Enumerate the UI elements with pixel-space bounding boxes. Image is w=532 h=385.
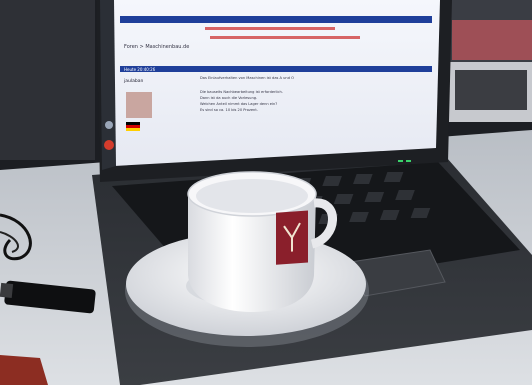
screen-post-line-4: Welchen Anteil nimmt das Lager denn ein? <box>200 102 277 106</box>
photo-scene: Foren > Maschinenbau.de Heute 20:40:26 j… <box>0 0 532 385</box>
laptop-screen <box>110 0 440 166</box>
screen-timestamp: Heute 20:40:26 <box>124 67 156 72</box>
screen-notice-line-2 <box>210 36 360 39</box>
taskbar-icon <box>105 121 113 129</box>
screen-header-bar <box>120 16 432 23</box>
background-keyboard-keys <box>455 70 527 110</box>
background-red-binder <box>452 20 532 60</box>
screen-post-line-3: Dann ist da auch die Vorlesung. <box>200 96 257 100</box>
power-icon <box>104 140 114 150</box>
cup-inside <box>196 179 308 213</box>
background-left-wall <box>0 0 95 160</box>
screen-post-line-1: Das Einlaufverhalten von Maschinen ist d… <box>200 76 294 80</box>
screen-breadcrumb-text: Foren > Maschinenbau.de <box>124 44 189 50</box>
screen-avatar <box>126 92 152 118</box>
flag-black <box>126 122 140 125</box>
screen-notice-line <box>205 27 335 30</box>
scene-illustration: Foren > Maschinenbau.de Heute 20:40:26 j… <box>0 0 532 385</box>
flag-red <box>126 125 140 128</box>
screen-user-name: jaulaban <box>123 78 143 84</box>
screen-post-line-5: Es sind so ca. 10 bis 20 Prozent. <box>200 108 258 112</box>
flag-gold <box>126 128 140 131</box>
status-led-2 <box>406 160 411 162</box>
screen-post-header <box>120 66 432 72</box>
status-led <box>398 160 403 162</box>
screen-post-line-2: Die bauseits Nachbearbeitung ist erforde… <box>200 90 283 94</box>
